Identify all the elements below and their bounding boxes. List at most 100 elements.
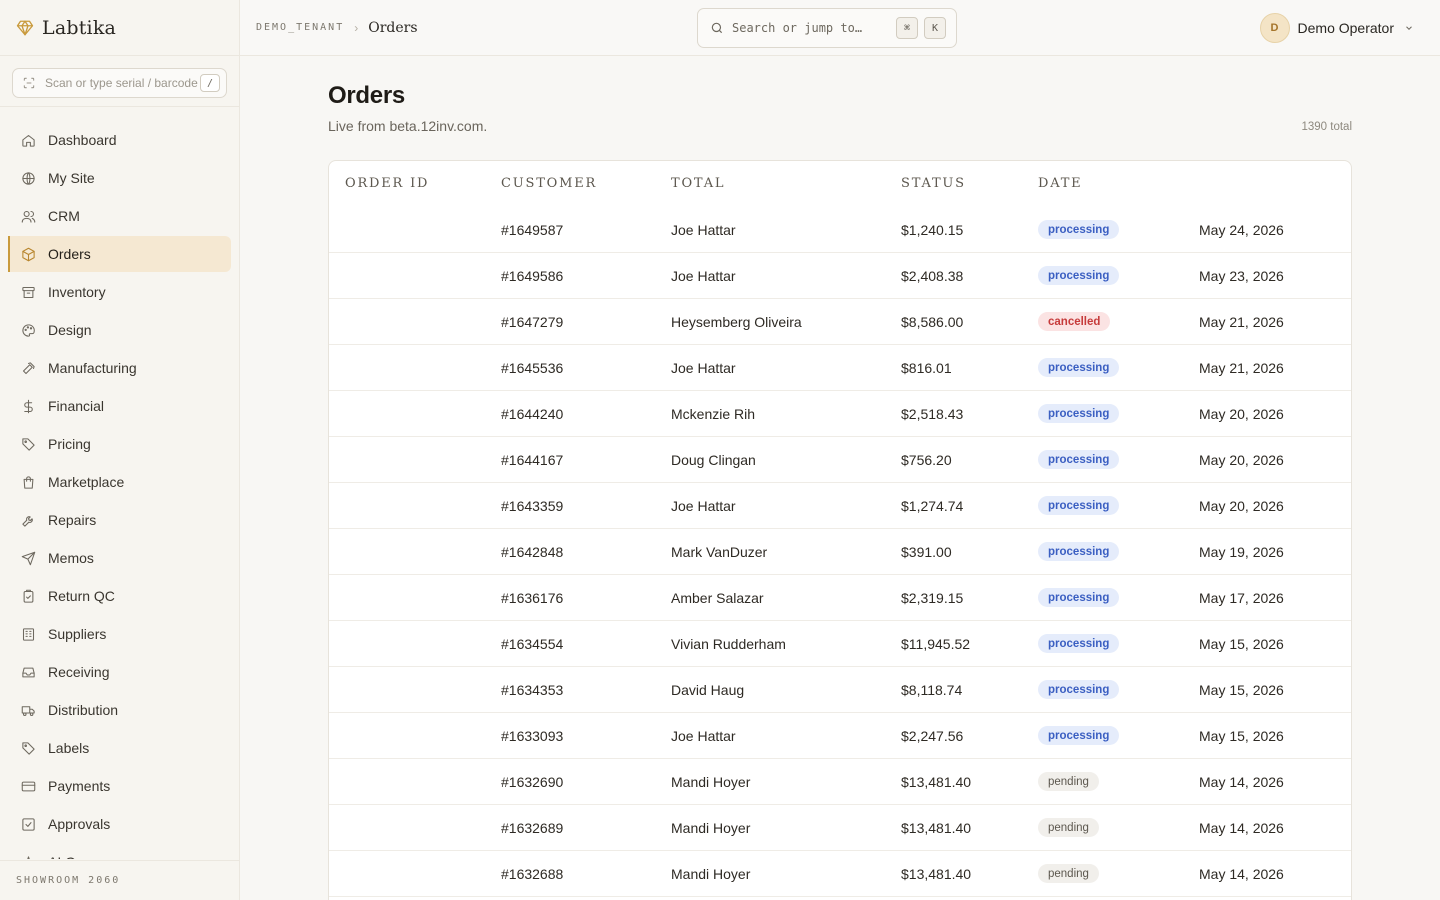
sidebar-item-payments[interactable]: Payments <box>8 768 231 804</box>
order-id[interactable]: #1643359 <box>501 498 563 514</box>
order-id[interactable]: #1634554 <box>501 636 563 652</box>
order-total: $2,319.15 <box>901 590 964 606</box>
order-id[interactable]: #1642848 <box>501 544 563 560</box>
scan-input[interactable] <box>45 76 200 90</box>
search-input[interactable] <box>732 21 890 35</box>
order-date: May 20, 2026 <box>1199 452 1284 468</box>
table-row[interactable]: #1649587 Joe Hattar $1,240.15 processing May… <box>329 207 1351 253</box>
order-id[interactable]: #1647279 <box>501 314 563 330</box>
archive-icon <box>22 286 35 298</box>
order-total: $13,481.40 <box>901 820 972 836</box>
sidebar-item-distribution[interactable]: Distribution <box>8 692 231 728</box>
sidebar-item-receiving[interactable]: Receiving <box>8 654 231 690</box>
table-row[interactable]: #1645536 Joe Hattar $816.01 processing May 2… <box>329 345 1351 391</box>
sidebar-item-financial[interactable]: Financial <box>8 388 231 424</box>
header-date[interactable]: Date <box>1038 176 1082 191</box>
clipboard-check-icon <box>23 589 34 603</box>
sparkle-icon <box>27 855 30 859</box>
table-row[interactable]: #1644240 Mckenzie Rih $2,518.43 processing M… <box>329 391 1351 437</box>
sidebar-item-approvals[interactable]: Approvals <box>8 806 231 842</box>
sidebar-item-label: Labels <box>48 740 90 756</box>
table-row[interactable]: #1643359 Joe Hattar $1,274.74 processing May… <box>329 483 1351 529</box>
sidebar-item-return-qc[interactable]: Return QC <box>8 578 231 614</box>
order-total: $8,118.74 <box>901 682 963 698</box>
global-search[interactable]: ⌘ K <box>697 8 957 48</box>
globe-icon <box>22 171 35 185</box>
table-row[interactable]: #1634353 David Haug $8,118.74 processing May… <box>329 667 1351 713</box>
palette-icon <box>22 323 35 337</box>
table-row[interactable]: #1632688 Mandi Hoyer $13,481.40 pending May … <box>329 851 1351 897</box>
order-id[interactable]: #1632690 <box>501 774 563 790</box>
customer-name: Joe Hattar <box>671 498 736 514</box>
order-id[interactable]: #1645536 <box>501 360 563 376</box>
sidebar-nav: Dashboard My Site CRM Orders Inventory Design… <box>0 107 239 859</box>
order-id[interactable]: #1633093 <box>501 728 563 744</box>
sidebar-item-memos[interactable]: Memos <box>8 540 231 576</box>
status-badge: processing <box>1038 450 1120 469</box>
sidebar-item-design[interactable]: Design <box>8 312 231 348</box>
order-total: $2,408.38 <box>901 268 964 284</box>
sidebar-item-repairs[interactable]: Repairs <box>8 502 231 538</box>
status-badge: processing <box>1038 634 1120 653</box>
sidebar-item-ai-o[interactable]: AI O... <box>8 844 231 859</box>
table-row[interactable]: #1633093 Joe Hattar $2,247.56 processing May… <box>329 713 1351 759</box>
header-customer[interactable]: Customer <box>501 176 597 191</box>
table-row[interactable]: #1636176 Amber Salazar $2,319.15 processing… <box>329 575 1351 621</box>
order-id[interactable]: #1649586 <box>501 268 563 284</box>
user-menu[interactable]: D Demo Operator <box>1259 12 1414 44</box>
sidebar-item-suppliers[interactable]: Suppliers <box>8 616 231 652</box>
search-icon <box>711 22 723 34</box>
order-id[interactable]: #1644167 <box>501 452 563 468</box>
sidebar-item-crm[interactable]: CRM <box>8 198 231 234</box>
sidebar-item-label: Inventory <box>48 284 106 300</box>
sidebar-item-orders[interactable]: Orders <box>8 236 231 272</box>
sidebar-item-my-site[interactable]: My Site <box>8 160 231 196</box>
table-row[interactable]: #1632690 Mandi Hoyer $13,481.40 pending May … <box>329 759 1351 805</box>
order-total: $1,240.15 <box>901 222 964 238</box>
sidebar-item-marketplace[interactable]: Marketplace <box>8 464 231 500</box>
order-total: $13,481.40 <box>901 774 972 790</box>
sidebar-item-dashboard[interactable]: Dashboard <box>8 122 231 158</box>
order-total: $391.00 <box>901 544 952 560</box>
sidebar-item-manufacturing[interactable]: Manufacturing <box>8 350 231 386</box>
send-icon <box>21 551 36 565</box>
order-total: $2,518.43 <box>901 406 964 422</box>
table-row[interactable]: #1634554 Vivian Rudderham $11,945.52 proces… <box>329 621 1351 667</box>
order-id[interactable]: #1634353 <box>501 682 563 698</box>
breadcrumb-tenant[interactable]: DEMO_TENANT <box>256 22 344 33</box>
header-order-id[interactable]: Order ID <box>345 176 429 191</box>
table-row[interactable]: #1644167 Doug Clingan $756.20 processing May… <box>329 437 1351 483</box>
order-id[interactable]: #1649587 <box>501 222 563 238</box>
header-total[interactable]: Total <box>671 176 725 191</box>
tag-icon <box>22 437 35 451</box>
customer-name: Vivian Rudderham <box>671 636 786 652</box>
table-row[interactable]: #1649586 Joe Hattar $2,408.38 processing May… <box>329 253 1351 299</box>
top-header: DEMO_TENANT › Orders ⌘ K D Demo Operator <box>240 0 1440 56</box>
status-badge: pending <box>1038 818 1099 837</box>
tag-icon <box>22 741 35 755</box>
customer-name: Heysemberg Oliveira <box>671 314 802 330</box>
sidebar-item-inventory[interactable]: Inventory <box>8 274 231 310</box>
table-row[interactable]: #1632689 Mandi Hoyer $13,481.40 pending May … <box>329 805 1351 851</box>
customer-name: Joe Hattar <box>671 728 736 744</box>
sidebar-item-labels[interactable]: Labels <box>8 730 231 766</box>
order-date: May 14, 2026 <box>1199 774 1284 790</box>
scan-icon <box>23 77 35 89</box>
table-header: Order ID Customer Total Status Date <box>329 161 1351 207</box>
customer-name: Mandi Hoyer <box>671 866 751 882</box>
order-id[interactable]: #1636176 <box>501 590 563 606</box>
order-id[interactable]: #1632689 <box>501 820 563 836</box>
brand[interactable]: Labtika <box>0 0 239 56</box>
scan-field[interactable]: / <box>12 68 227 98</box>
sidebar-item-pricing[interactable]: Pricing <box>8 426 231 462</box>
scan-shortcut: / <box>200 74 220 92</box>
table-body: #1649587 Joe Hattar $1,240.15 processing May… <box>329 207 1351 897</box>
inbox-icon <box>22 667 35 677</box>
header-status[interactable]: Status <box>901 176 966 191</box>
table-row[interactable]: #1647279 Heysemberg Oliveira $8,586.00 canc… <box>329 299 1351 345</box>
order-id[interactable]: #1632688 <box>501 866 563 882</box>
order-id[interactable]: #1644240 <box>501 406 563 422</box>
table-row[interactable]: #1642848 Mark VanDuzer $391.00 processing Ma… <box>329 529 1351 575</box>
check-square-icon <box>22 817 35 831</box>
sidebar-item-label: AI O... <box>48 854 88 859</box>
